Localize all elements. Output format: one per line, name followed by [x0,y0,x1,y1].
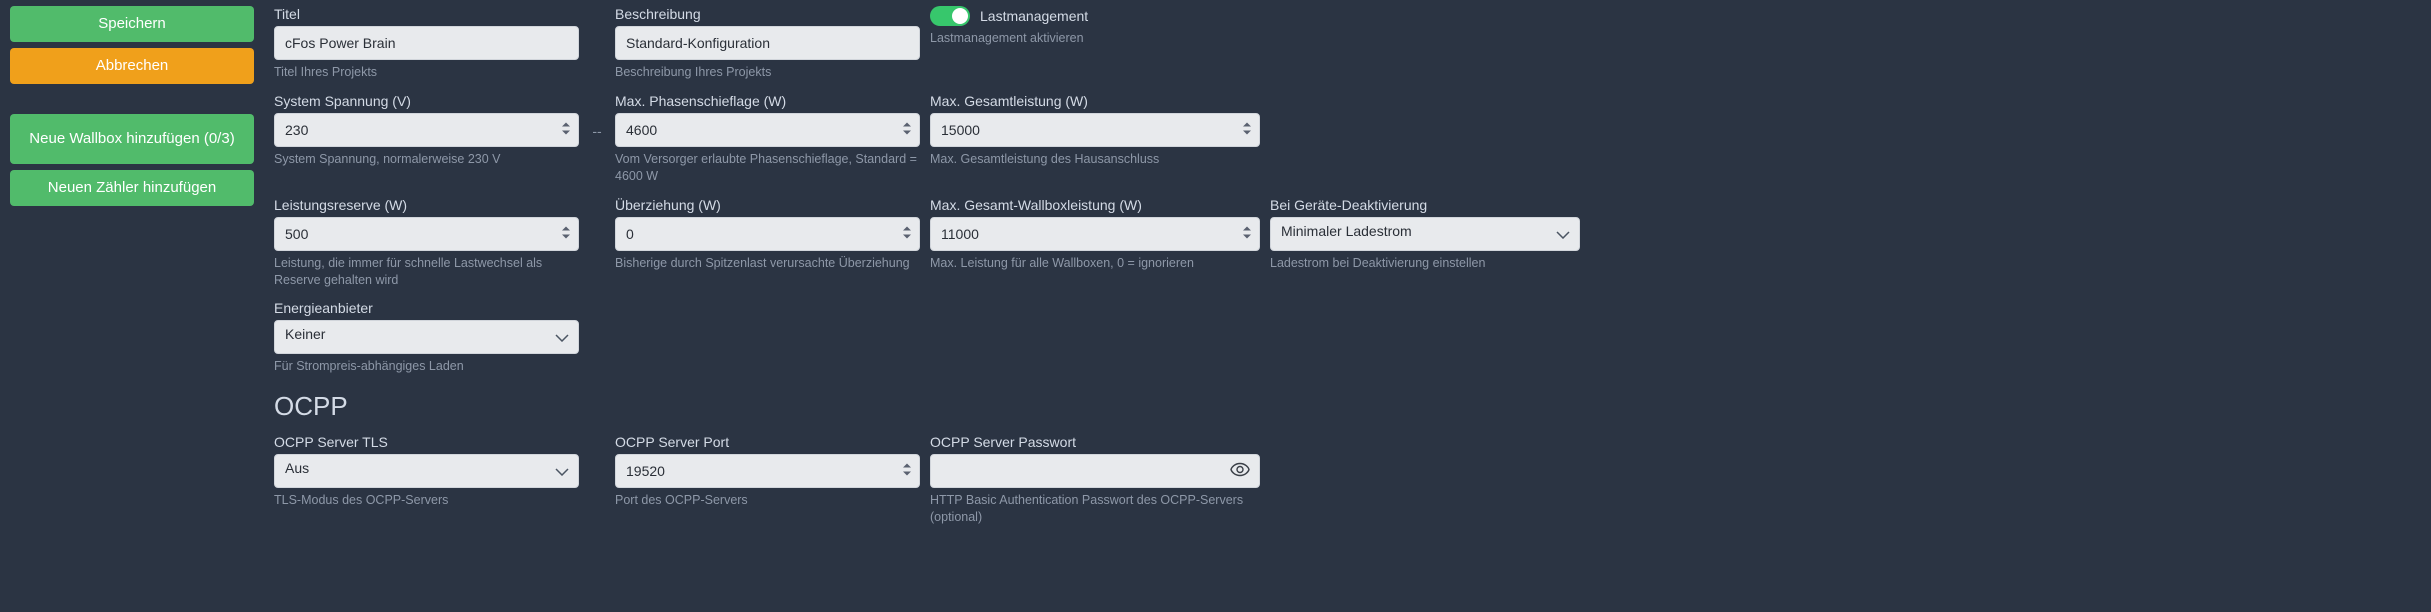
overdraft-label: Überziehung (W) [615,197,920,213]
overdraft-input[interactable] [615,217,920,251]
wallboxpower-input[interactable] [930,217,1260,251]
main-form: Titel Titel Ihres Projekts Beschreibung … [274,6,2421,526]
ocpp-tls-select[interactable]: Aus [274,454,579,488]
desc-label: Beschreibung [615,6,920,22]
totalpower-help: Max. Gesamtleistung des Hausanschluss [930,151,1260,168]
dash-separator: -- [589,93,605,139]
totalpower-input[interactable] [930,113,1260,147]
reserve-help: Leistung, die immer für schnelle Lastwec… [274,255,579,289]
phase-help: Vom Versorger erlaubte Phasenschieflage,… [615,151,920,185]
ocpp-tls-label: OCPP Server TLS [274,434,579,450]
cancel-button[interactable]: Abbrechen [10,48,254,84]
provider-help: Für Strompreis-abhängiges Laden [274,358,579,375]
ocpp-port-input[interactable] [615,454,920,488]
ocpp-tls-help: TLS-Modus des OCPP-Servers [274,492,579,509]
ocpp-password-input[interactable] [930,454,1260,488]
loadmanagement-label: Lastmanagement [980,8,1088,24]
wallboxpower-label: Max. Gesamt-Wallboxleistung (W) [930,197,1260,213]
eye-icon [1230,465,1250,480]
wallboxpower-help: Max. Leistung für alle Wallboxen, 0 = ig… [930,255,1260,272]
ocpp-port-label: OCPP Server Port [615,434,920,450]
title-help: Titel Ihres Projekts [274,64,579,81]
voltage-input[interactable] [274,113,579,147]
reveal-password-button[interactable] [1226,459,1254,484]
ocpp-port-help: Port des OCPP-Servers [615,492,920,509]
title-input[interactable] [274,26,579,60]
voltage-help: System Spannung, normalerweise 230 V [274,151,579,168]
provider-select[interactable]: Keiner [274,320,579,354]
add-wallbox-button[interactable]: Neue Wallbox hinzufügen (0/3) [10,114,254,164]
add-meter-button[interactable]: Neuen Zähler hinzufügen [10,170,254,206]
phase-input[interactable] [615,113,920,147]
reserve-input[interactable] [274,217,579,251]
sidebar: Speichern Abbrechen Neue Wallbox hinzufü… [10,6,254,526]
overdraft-help: Bisherige durch Spitzenlast verursachte … [615,255,920,272]
provider-label: Energieanbieter [274,300,579,316]
title-label: Titel [274,6,579,22]
loadmanagement-help: Lastmanagement aktivieren [930,30,1260,47]
reserve-label: Leistungsreserve (W) [274,197,579,213]
ondeact-select[interactable]: Minimaler Ladestrom [1270,217,1580,251]
ondeact-help: Ladestrom bei Deaktivierung einstellen [1270,255,1580,272]
ocpp-password-help: HTTP Basic Authentication Passwort des O… [930,492,1260,526]
ondeact-label: Bei Geräte-Deaktivierung [1270,197,1580,213]
desc-help: Beschreibung Ihres Projekts [615,64,920,81]
voltage-label: System Spannung (V) [274,93,579,109]
ocpp-password-label: OCPP Server Passwort [930,434,1260,450]
phase-label: Max. Phasenschieflage (W) [615,93,920,109]
loadmanagement-toggle[interactable] [930,6,970,26]
save-button[interactable]: Speichern [10,6,254,42]
ocpp-heading: OCPP [274,391,1580,422]
desc-input[interactable] [615,26,920,60]
totalpower-label: Max. Gesamtleistung (W) [930,93,1260,109]
